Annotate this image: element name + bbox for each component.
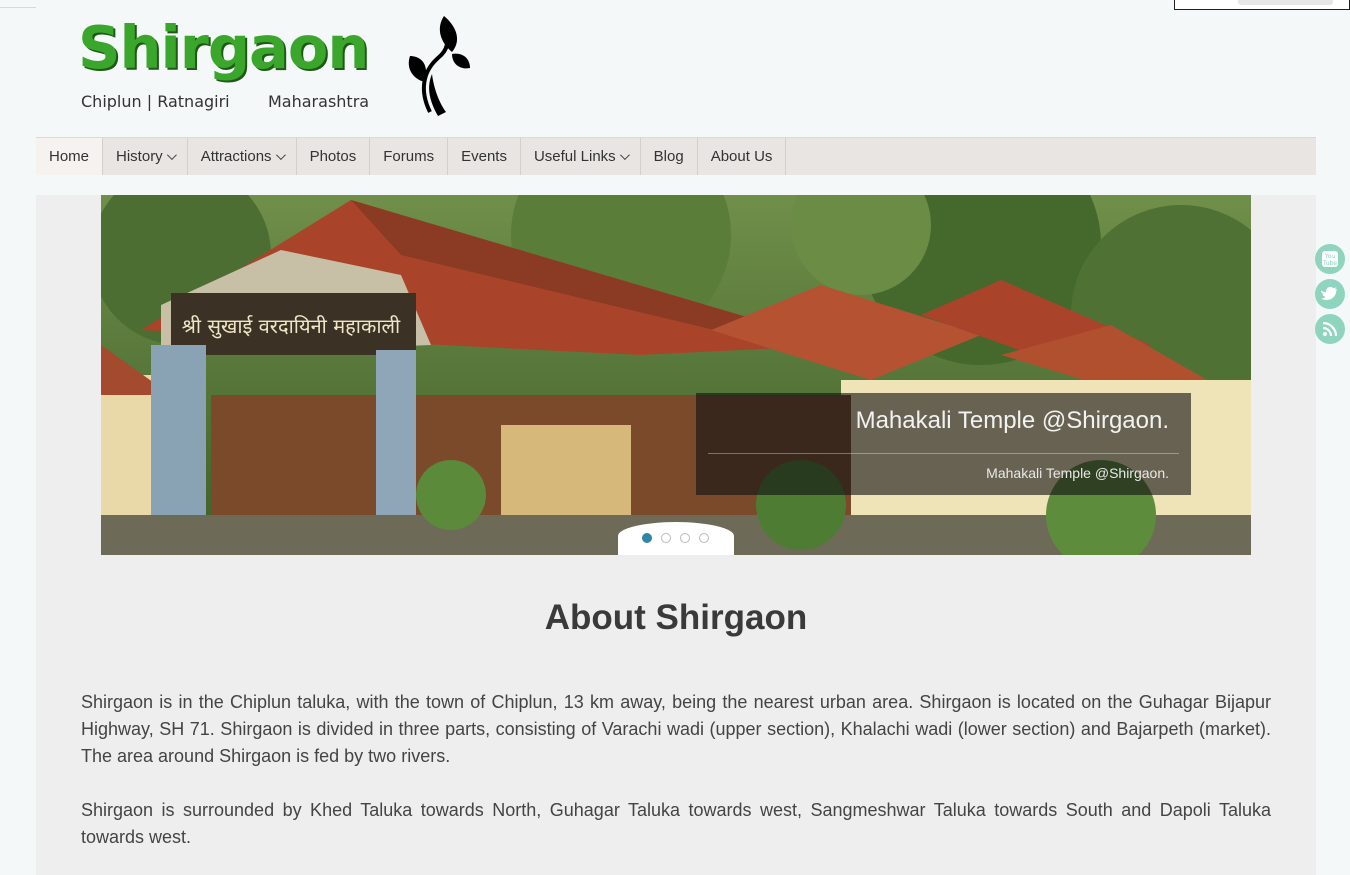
nav-label: Blog	[653, 148, 684, 165]
slide-caption: Mahakali Temple @Shirgaon. Mahakali Temp…	[696, 393, 1191, 495]
top-left-tab	[0, 0, 36, 8]
chevron-down-icon	[275, 150, 286, 161]
nav-item-home[interactable]: Home	[36, 138, 104, 175]
nav-item-about-us[interactable]: About Us	[698, 138, 787, 175]
nav-label: Home	[49, 148, 90, 165]
nav-item-history[interactable]: History	[103, 138, 188, 175]
top-right-widget[interactable]	[1174, 0, 1350, 10]
about-paragraph-2: Shirgaon is surrounded by Khed Taluka to…	[81, 800, 1271, 847]
caption-title: Mahakali Temple @Shirgaon.	[855, 407, 1169, 434]
rss-glyph	[1322, 321, 1338, 337]
chevron-down-icon	[619, 150, 630, 161]
nav-item-events[interactable]: Events	[448, 138, 521, 175]
nav-label: Events	[461, 148, 507, 165]
youtube-glyph: You Tube	[1322, 251, 1338, 267]
youtube-icon[interactable]: You Tube	[1315, 244, 1345, 274]
nav-label: History	[116, 148, 163, 165]
nav-label: Useful Links	[533, 148, 616, 165]
signboard-text: श्री सुखाई वरदायिनी महाकाली	[182, 314, 401, 339]
slider-dot-3[interactable]	[680, 533, 690, 543]
logo-subtitle-right: Maharashtra	[268, 92, 370, 111]
logo-subtitle-left: Chiplun | Ratnagiri	[81, 92, 230, 111]
slider-dot-4[interactable]	[699, 533, 709, 543]
chevron-down-icon	[166, 150, 177, 161]
nav-label: Attractions	[200, 148, 272, 165]
slide-image-temple: श्री सुखाई वरदायिनी महाकाली	[101, 195, 1251, 555]
svg-text:You: You	[1324, 253, 1336, 260]
image-slider[interactable]: श्री सुखाई वरदायिनी महाकाली Mahakali Tem…	[101, 195, 1251, 555]
site-logo[interactable]: Shirgaon Chiplun | Ratnagiri Maharashtra	[78, 12, 478, 122]
nav-label: Photos	[309, 148, 357, 165]
nav-label: Forums	[383, 148, 435, 165]
nav-item-blog[interactable]: Blog	[641, 138, 698, 175]
caption-text: Mahakali Temple @Shirgaon.	[986, 465, 1169, 481]
logo-title: Shirgaon	[78, 13, 369, 82]
nav-item-forums[interactable]: Forums	[370, 138, 449, 175]
nav-item-useful-links[interactable]: Useful Links	[521, 138, 641, 175]
leaf-icon	[408, 16, 470, 116]
nav-item-photos[interactable]: Photos	[297, 138, 371, 175]
nav-label: About Us	[710, 148, 773, 165]
rss-icon[interactable]	[1315, 314, 1345, 344]
top-right-widget-inner	[1238, 0, 1333, 5]
slider-dot-2[interactable]	[661, 533, 671, 543]
svg-text:Tube: Tube	[1322, 260, 1337, 267]
caption-divider	[708, 453, 1179, 454]
slider-dot-1[interactable]	[642, 533, 652, 543]
about-heading: About Shirgaon	[544, 598, 808, 637]
twitter-icon[interactable]	[1315, 279, 1345, 309]
about-paragraph-1: Shirgaon is in the Chiplun taluka, with …	[81, 692, 1271, 766]
slider-pager	[618, 522, 734, 555]
nav-item-attractions[interactable]: Attractions	[188, 138, 297, 175]
main-nav: Home History Attractions Photos Forums E…	[36, 137, 1316, 175]
twitter-glyph	[1321, 286, 1338, 300]
